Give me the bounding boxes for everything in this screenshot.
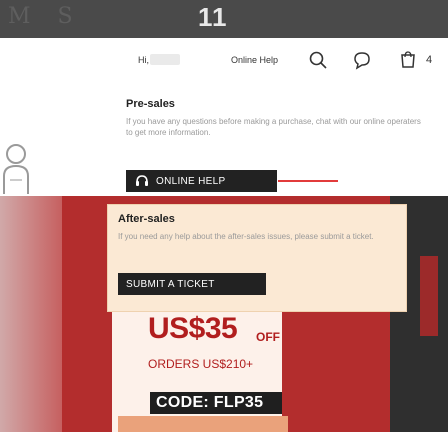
top-banner: M S 11: [0, 0, 448, 38]
pointer-arrow-line: [278, 180, 338, 182]
pre-sales-description: If you have any questions before making …: [126, 117, 421, 137]
support-agent-icon: [0, 140, 34, 196]
cart-icon[interactable]: [398, 50, 418, 70]
online-help-link[interactable]: Online Help: [231, 55, 278, 65]
cart-count-badge: 4: [426, 54, 433, 66]
brand-logo-text: M S: [8, 4, 83, 29]
pre-sales-title: Pre-sales: [126, 98, 175, 110]
after-sales-title: After-sales: [118, 213, 175, 225]
chat-icon[interactable]: [352, 50, 372, 70]
coupon-code: CODE: FLP35: [156, 394, 264, 411]
submit-ticket-button-label: SUBMIT A TICKET: [126, 278, 215, 290]
coupon-orders-threshold: ORDERS US$210+: [148, 357, 254, 371]
headset-icon: [134, 174, 150, 188]
after-sales-section: After-sales If you need any help about t…: [107, 204, 407, 312]
after-sales-description: If you need any help about the after-sal…: [118, 232, 374, 241]
coupon-off-label: OFF: [256, 330, 280, 344]
online-help-button-label: ONLINE HELP: [156, 175, 226, 187]
coupon-amount: US$35: [148, 312, 238, 345]
username-redacted: [150, 54, 180, 65]
coupon-bottom-strip: [118, 416, 288, 432]
search-icon[interactable]: [308, 50, 328, 70]
greeting-text: Hi,: [138, 55, 149, 65]
submit-ticket-button[interactable]: SUBMIT A TICKET: [118, 273, 266, 295]
banner-number: 11: [198, 2, 228, 32]
online-help-button[interactable]: ONLINE HELP: [126, 170, 277, 192]
pre-sales-section: Pre-sales If you have any questions befo…: [126, 98, 426, 138]
site-header: Hi, Online Help 4: [0, 38, 448, 82]
